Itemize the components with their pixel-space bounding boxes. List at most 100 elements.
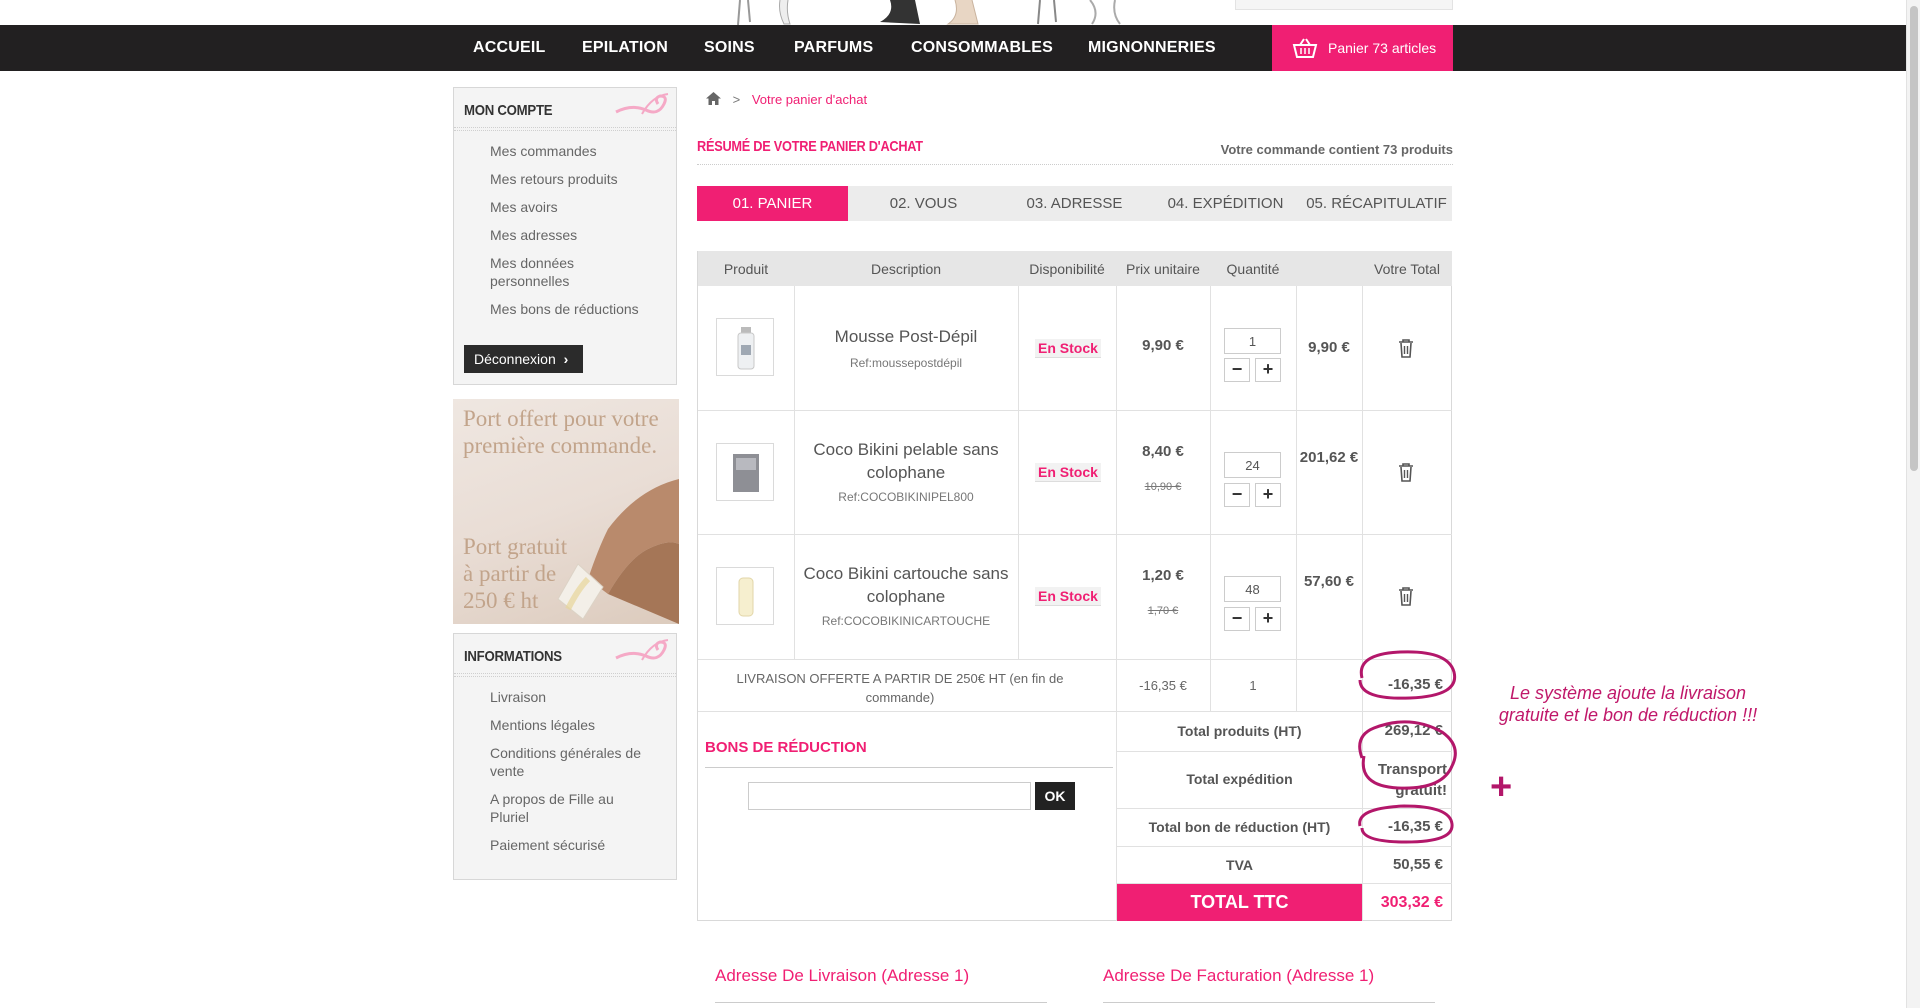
sidebar-item-livraison[interactable]: Livraison [490, 688, 670, 706]
home-icon[interactable] [706, 92, 721, 105]
line-total: 57,60 € [1303, 573, 1355, 590]
product-ref: Ref:COCOBIKINICARTOUCHE [821, 614, 991, 628]
product-name[interactable]: Mousse Post-Dépil [796, 325, 1016, 348]
total-products-label: Total produits (HT) [1177, 723, 1302, 739]
product-thumbnail[interactable] [716, 318, 774, 376]
product-image [738, 577, 754, 617]
chevron-right-icon: › [563, 351, 569, 367]
sidebar-item-vouchers[interactable]: Mes bons de réductions [490, 300, 670, 318]
sidebar-item-cgv[interactable]: Conditions générales de vente [490, 744, 670, 780]
divider [715, 1002, 1047, 1003]
sidebar-item-mentions[interactable]: Mentions légales [490, 716, 670, 734]
shipping-offer-description: LIVRAISON OFFERTE A PARTIR DE 250€ HT (e… [736, 671, 1064, 705]
nav-item-soins[interactable]: SOINS [704, 25, 755, 71]
product-ref: Ref:moussepostdépil [849, 356, 963, 370]
quantity-input[interactable] [1224, 576, 1281, 602]
nav-item-epilation[interactable]: EPILATION [582, 25, 668, 71]
billing-address-title: Adresse De Facturation (Adresse 1) [1103, 966, 1375, 985]
divider [698, 659, 1452, 660]
account-title: MON COMPTE [464, 102, 553, 119]
discount-section-title: BONS DE RÉDUCTION [705, 739, 867, 756]
sidebar-item-credits[interactable]: Mes avoirs [490, 198, 670, 216]
product-ref: Ref:COCOBIKINIPEL800 [838, 490, 974, 504]
divider [698, 711, 1452, 712]
account-block: MON COMPTE Mes commandes Mes retours pro… [453, 87, 677, 385]
annotation-note: Le système ajoute la livraison gratuite … [1498, 683, 1758, 725]
nav-item-mignonneries[interactable]: MIGNONNERIES [1088, 25, 1216, 71]
scrollbar-thumb[interactable] [1910, 6, 1918, 471]
cart-button[interactable]: Panier 73 articles [1272, 25, 1453, 71]
sidebar-item-addresses[interactable]: Mes adresses [490, 226, 670, 244]
product-name[interactable]: Coco Bikini cartouche sans colophane [796, 562, 1016, 608]
col-header-prix-unitaire: Prix unitaire [1126, 261, 1200, 277]
page-scrollbar[interactable] [1906, 0, 1920, 1008]
trash-icon[interactable] [1398, 338, 1414, 358]
sidebar-item-secure-payment[interactable]: Paiement sécurisé [490, 836, 670, 854]
quantity-decrease-button[interactable]: − [1224, 607, 1250, 631]
sidebar-item-returns[interactable]: Mes retours produits [490, 170, 670, 188]
annotation-plus: + [1490, 766, 1513, 808]
product-thumbnail[interactable] [716, 567, 774, 625]
step-expedition[interactable]: 04. EXPÉDITION [1150, 186, 1301, 221]
header-banner [0, 0, 1920, 25]
tva-label: TVA [1226, 857, 1253, 873]
step-adresse[interactable]: 03. ADRESSE [999, 186, 1150, 221]
product-name[interactable]: Coco Bikini pelable sans colophane [796, 438, 1016, 484]
trash-icon[interactable] [1398, 586, 1414, 606]
nav-item-consommables[interactable]: CONSOMMABLES [911, 25, 1053, 71]
logout-button[interactable]: Déconnexion › [464, 345, 583, 373]
divider [1103, 1002, 1435, 1003]
swirl-ornament-icon [615, 93, 669, 115]
free-shipping-promo-banner[interactable]: Port offert pour votre première commande… [453, 399, 679, 624]
divider [454, 127, 676, 131]
swirl-ornament-icon [615, 639, 669, 661]
step-vous[interactable]: 02. VOUS [848, 186, 999, 221]
trash-icon[interactable] [1398, 462, 1414, 482]
sidebar-item-personal-data[interactable]: Mes données personnelles [490, 254, 620, 290]
information-block: INFORMATIONS Livraison Mentions légales … [453, 633, 677, 880]
header-search-box[interactable] [1235, 0, 1453, 10]
page-title: RÉSUMÉ DE VOTRE PANIER D'ACHAT [697, 138, 923, 155]
unit-price: 8,40 € [1142, 443, 1184, 460]
stock-badge: En Stock [1035, 339, 1101, 358]
quantity-increase-button[interactable]: + [1255, 607, 1281, 631]
promo-headline: Port offert pour votre première commande… [463, 406, 659, 458]
information-title: INFORMATIONS [464, 648, 562, 665]
nav-item-accueil[interactable]: ACCUEIL [473, 25, 546, 71]
quantity-increase-button[interactable]: + [1255, 358, 1281, 382]
quantity-increase-button[interactable]: + [1255, 483, 1281, 507]
unit-price: 9,90 € [1142, 337, 1184, 354]
quantity-input[interactable] [1224, 452, 1281, 478]
discount-ok-button[interactable]: OK [1035, 782, 1075, 810]
quantity-decrease-button[interactable]: − [1224, 483, 1250, 507]
breadcrumb: > Votre panier d'achat [706, 92, 867, 107]
step-panier[interactable]: 01. PANIER [697, 186, 848, 221]
divider [705, 767, 1113, 768]
product-image [737, 327, 755, 370]
quantity-decrease-button[interactable]: − [1224, 358, 1250, 382]
step-recapitulatif[interactable]: 05. RÉCAPITULATIF [1301, 186, 1452, 221]
col-header-disponibilite: Disponibilité [1029, 261, 1105, 277]
line-total: 201,62 € [1299, 449, 1359, 466]
col-header-quantite: Quantité [1226, 261, 1280, 277]
banner-illustration [737, 0, 1121, 25]
logout-label: Déconnexion [474, 351, 556, 367]
nav-item-parfums[interactable]: PARFUMS [794, 25, 873, 71]
line-total: 9,90 € [1308, 339, 1350, 356]
order-count: Votre commande contient 73 produits [1220, 142, 1453, 157]
divider [454, 673, 676, 677]
col-header-produit: Produit [723, 261, 769, 277]
stock-badge: En Stock [1035, 463, 1101, 482]
breadcrumb-current[interactable]: Votre panier d'achat [752, 92, 867, 107]
sidebar-item-orders[interactable]: Mes commandes [490, 142, 670, 160]
discount-code-input[interactable] [748, 782, 1031, 810]
quantity-input[interactable] [1224, 328, 1281, 354]
divider [697, 164, 1453, 165]
shipping-offer-price: -16,35 € [1139, 678, 1187, 693]
checkout-steps: 01. PANIER 02. VOUS 03. ADRESSE 04. EXPÉ… [697, 186, 1452, 221]
col-header-description: Description [870, 261, 942, 277]
basket-icon [1292, 38, 1318, 58]
tva-value: 50,55 € [1392, 856, 1443, 873]
sidebar-item-about[interactable]: A propos de Fille au Pluriel [490, 790, 640, 826]
product-thumbnail[interactable] [716, 443, 774, 501]
